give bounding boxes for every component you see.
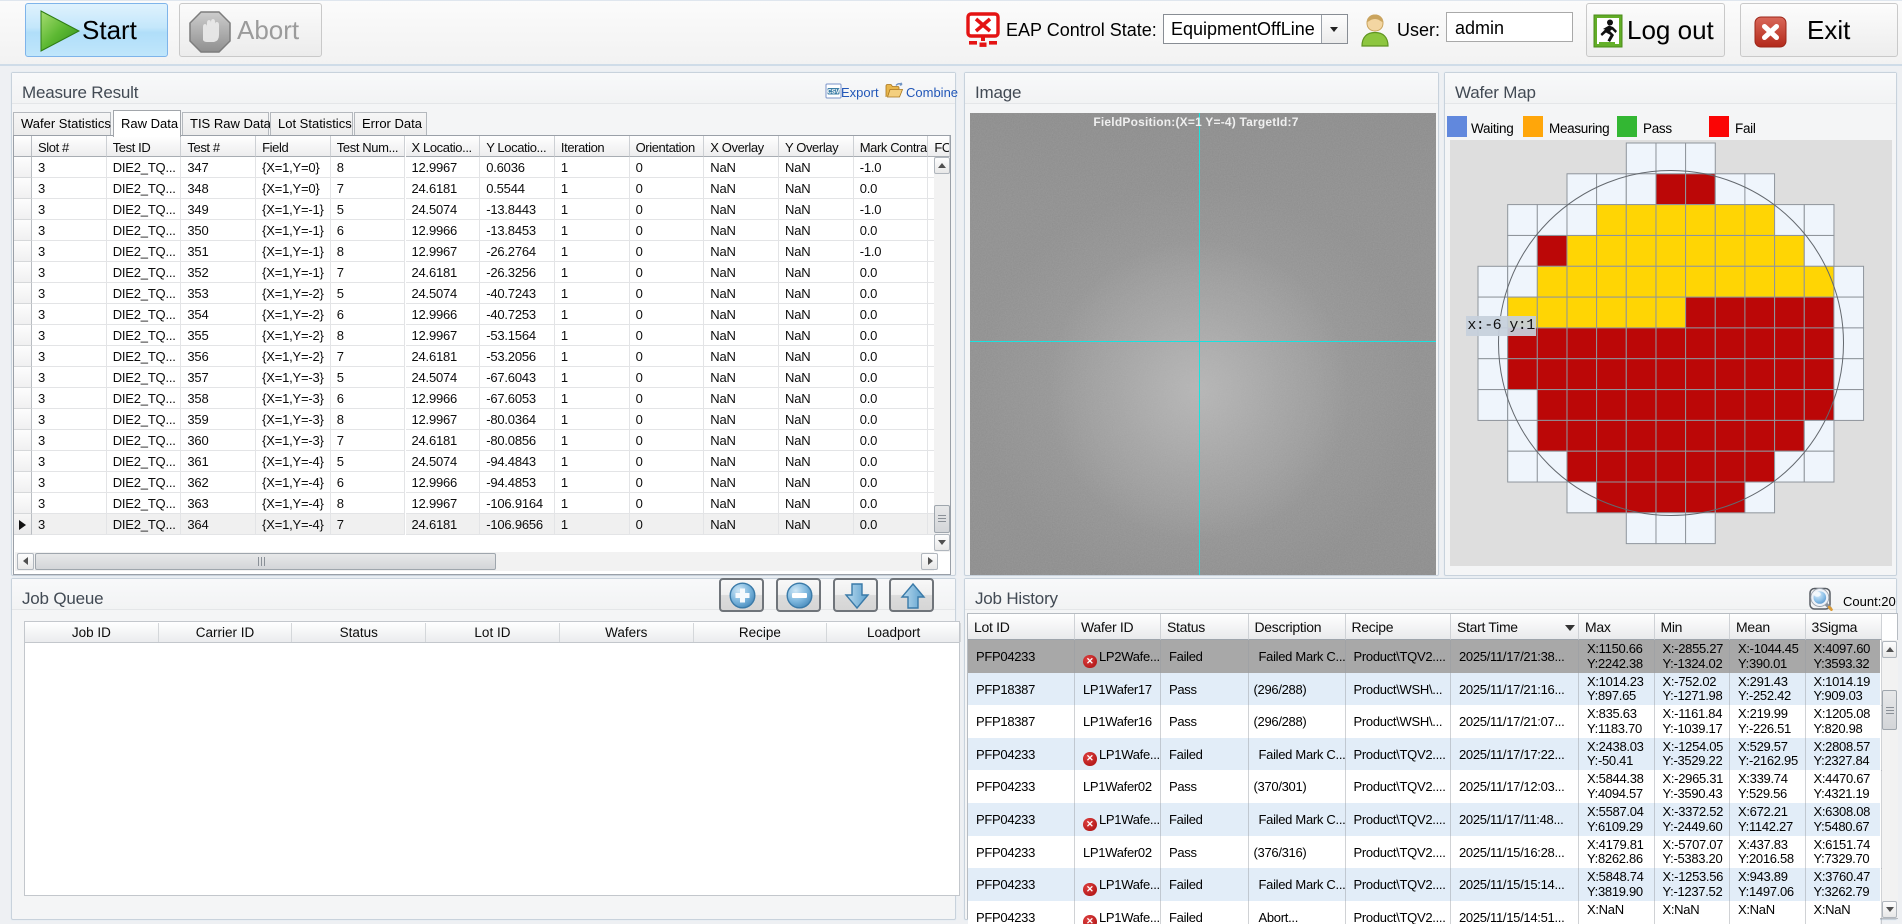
- svg-text:CSV: CSV: [827, 90, 839, 96]
